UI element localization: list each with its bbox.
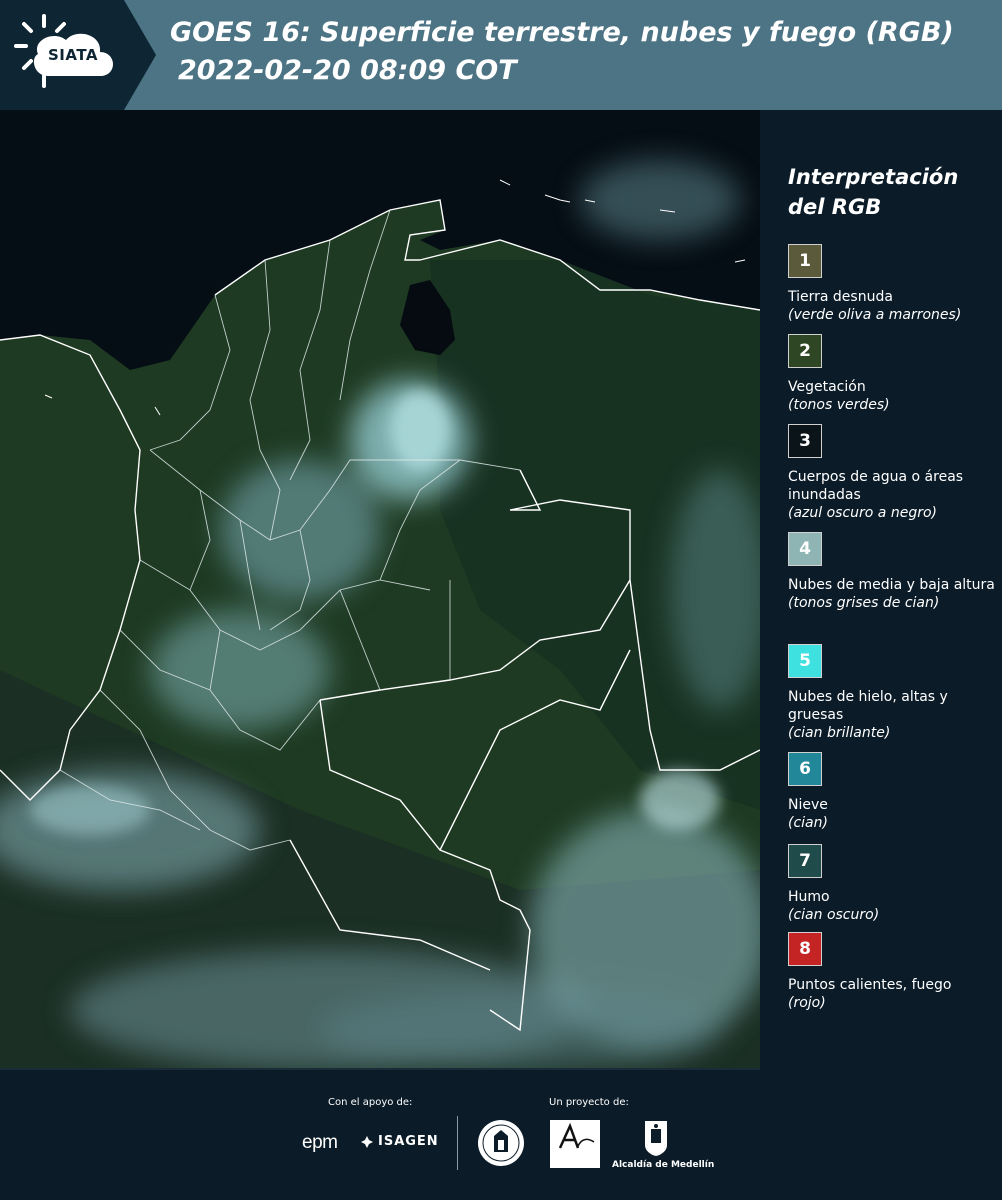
legend-panel: Interpretación del RGB 1 Tierra desnuda … xyxy=(760,110,1002,1070)
legend-swatch: 4 xyxy=(788,532,822,566)
legend-swatch: 8 xyxy=(788,932,822,966)
support-label: Con el apoyo de: xyxy=(328,1097,413,1108)
legend-item-label: Tierra desnuda xyxy=(788,289,893,305)
legend-swatch: 3 xyxy=(788,424,822,458)
medellin-shield-icon xyxy=(645,1121,667,1156)
legend-item-note: (azul oscuro a negro) xyxy=(788,505,937,521)
legend-title-line-1: Interpretación xyxy=(788,165,959,189)
isagen-logo: ISAGEN xyxy=(360,1134,439,1149)
legend-swatch: 5 xyxy=(788,644,822,678)
epm-logo: epm xyxy=(302,1132,338,1153)
legend-item-vegetation: 2 Vegetación (tonos verdes) xyxy=(788,334,998,414)
legend-title-line-2: del RGB xyxy=(788,195,882,219)
legend-item-ice-clouds: 5 Nubes de hielo, altas y gruesas (cian … xyxy=(788,644,998,742)
alcaldia-medellin-label: Alcaldía de Medellín xyxy=(612,1160,715,1170)
isagen-icon xyxy=(361,1135,373,1148)
legend-item-note: (tonos verdes) xyxy=(788,397,890,413)
logo-text: SIATA xyxy=(48,46,99,64)
header: SIATA GOES 16: Superficie terrestre, nub… xyxy=(0,0,1002,110)
legend-swatch: 1 xyxy=(788,244,822,278)
legend-item-note: (verde oliva a marrones) xyxy=(788,307,962,323)
title-line-1: GOES 16: Superficie terrestre, nubes y f… xyxy=(170,17,954,48)
legend-title: Interpretación del RGB xyxy=(788,162,998,222)
legend-item-label: Nubes de hielo, altas y gruesas xyxy=(788,689,948,723)
project-label: Un proyecto de: xyxy=(549,1097,629,1108)
legend-item-label: Puntos calientes, fuego xyxy=(788,977,952,993)
legend-swatch: 6 xyxy=(788,752,822,786)
legend-item-label: Cuerpos de agua o áreas inundadas xyxy=(788,469,964,503)
area-logo-mark xyxy=(558,1122,595,1149)
legend-item-smoke: 7 Humo (cian oscuro) xyxy=(788,844,998,924)
legend-item-fire: 8 Puntos calientes, fuego (rojo) xyxy=(788,932,998,1012)
satellite-map[interactable] xyxy=(0,110,760,1070)
legend-item-label: Humo xyxy=(788,889,830,905)
legend-item-label: Nieve xyxy=(788,797,828,813)
footer-divider xyxy=(457,1116,458,1170)
area-metropolitana-logo xyxy=(550,1120,600,1168)
legend-item-note: (cian brillante) xyxy=(788,725,891,741)
isagen-text: ISAGEN xyxy=(378,1134,439,1149)
title-line-2: 2022-02-20 08:09 COT xyxy=(178,55,517,86)
legend-item-note: (tonos grises de cian) xyxy=(788,595,940,611)
university-seal-icon xyxy=(478,1120,524,1166)
legend-item-note: (rojo) xyxy=(788,995,826,1011)
legend-item-label: Nubes de media y baja altura xyxy=(788,577,995,593)
siata-logo: SIATA xyxy=(0,0,156,110)
legend-item-snow: 6 Nieve (cian) xyxy=(788,752,998,832)
legend-item-water: 3 Cuerpos de agua o áreas inundadas (azu… xyxy=(788,424,998,522)
legend-item-low-clouds: 4 Nubes de media y baja altura (tonos gr… xyxy=(788,532,998,612)
map-svg xyxy=(0,110,760,1068)
legend-item-bare-soil: 1 Tierra desnuda (verde oliva a marrones… xyxy=(788,244,998,324)
footer: Con el apoyo de: Un proyecto de: epm ISA… xyxy=(0,1070,1002,1200)
legend-item-note: (cian) xyxy=(788,815,828,831)
legend-item-note: (cian oscuro) xyxy=(788,907,880,923)
legend-swatch: 7 xyxy=(788,844,822,878)
legend-swatch: 2 xyxy=(788,334,822,368)
page-title: GOES 16: Superficie terrestre, nubes y f… xyxy=(170,14,1000,90)
legend-item-label: Vegetación xyxy=(788,379,866,395)
